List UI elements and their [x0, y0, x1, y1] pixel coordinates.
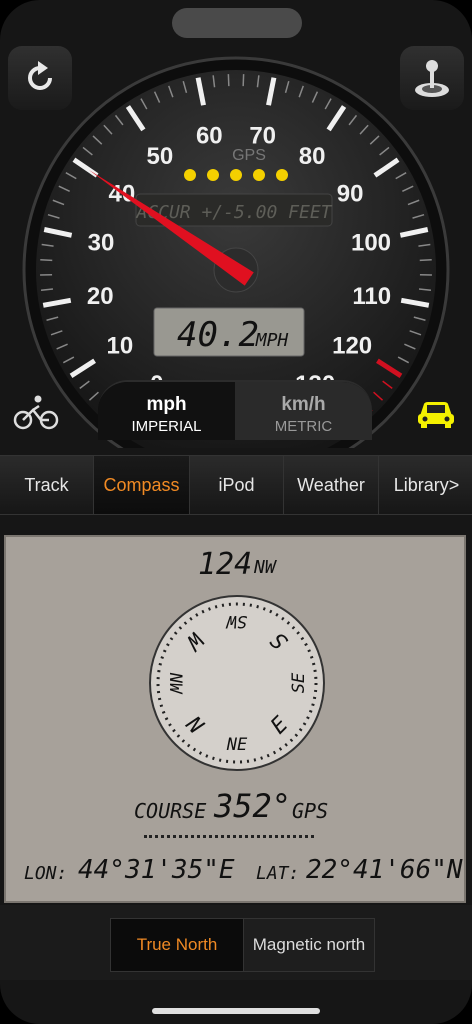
true-north-button[interactable]: True North	[110, 918, 244, 972]
unit-toggle: mph IMPERIAL km/h METRIC	[98, 380, 372, 440]
notch	[172, 8, 302, 38]
lon-value: 44°31'35"E	[78, 855, 235, 885]
gps-signal-dot	[230, 169, 242, 181]
gps-signal-dot	[207, 169, 219, 181]
speed-value: 40.2	[177, 315, 259, 355]
tick-label: 120	[332, 333, 372, 360]
minor-tick	[40, 258, 53, 262]
gps-signal-dot	[276, 169, 288, 181]
course-label: COURSE	[134, 799, 207, 823]
lat-value: 22°41'66"N	[306, 855, 463, 885]
dial-letter: SE	[289, 672, 309, 693]
speed-unit: MPH	[255, 330, 289, 351]
car-mode-button[interactable]	[404, 380, 468, 444]
tab-weather[interactable]: Weather	[284, 456, 379, 514]
tick-label: 80	[299, 143, 326, 170]
tick-label: 10	[107, 333, 134, 360]
compass-display: 124 NW N NE E SE S SW W NW COURSE 352° GPS LON:…	[4, 535, 466, 903]
dial-letter: NE	[226, 735, 248, 755]
gps-label: GPS	[232, 147, 266, 164]
tab-compass[interactable]: Compass	[94, 456, 190, 514]
minor-tick	[419, 258, 432, 262]
magnetic-north-button[interactable]: Magnetic north	[243, 918, 375, 972]
phone-frame: 0102030405060708090100110120130 GPS ACCU…	[0, 0, 472, 1024]
gps-signal-dot	[253, 169, 265, 181]
tick-label: 110	[352, 283, 391, 310]
course-source: GPS	[292, 799, 329, 823]
bicycle-mode-button[interactable]	[4, 380, 68, 444]
heading-direction: NW	[254, 557, 276, 578]
course-value: 352°	[214, 787, 292, 825]
dial-letter: NW	[165, 672, 185, 695]
tick-label: 90	[337, 180, 364, 207]
tab-library[interactable]: Library>	[379, 456, 472, 514]
tick-label: 60	[196, 123, 223, 150]
car-icon	[418, 402, 454, 428]
unit-label: mph	[146, 394, 187, 415]
dotted-separator	[144, 835, 314, 838]
lat-label: LAT:	[256, 863, 300, 884]
heading-value: 124	[198, 547, 253, 582]
home-indicator	[152, 1008, 320, 1014]
unit-metric-button[interactable]: km/h METRIC	[235, 382, 372, 440]
compass-dial: NNEESESSWWNW	[149, 595, 325, 771]
tick-label: 30	[88, 229, 115, 256]
gps-signal-dot	[184, 169, 196, 181]
unit-label: km/h	[281, 394, 326, 415]
tab-track[interactable]: Track	[0, 456, 94, 514]
lon-label: LON:	[24, 863, 68, 884]
bicycle-icon	[13, 395, 59, 430]
system-label: IMPERIAL	[131, 418, 202, 435]
tick-label: 70	[249, 123, 276, 150]
dial-letter: SW	[225, 611, 247, 631]
tab-bar: Track Compass iPod Weather Library>	[0, 455, 472, 515]
tick-label: 100	[351, 229, 391, 256]
unit-imperial-button[interactable]: mph IMPERIAL	[98, 382, 235, 440]
tab-ipod[interactable]: iPod	[190, 456, 284, 514]
tick-label: 20	[87, 283, 114, 310]
tick-label: 50	[147, 143, 174, 170]
system-label: METRIC	[274, 418, 333, 435]
